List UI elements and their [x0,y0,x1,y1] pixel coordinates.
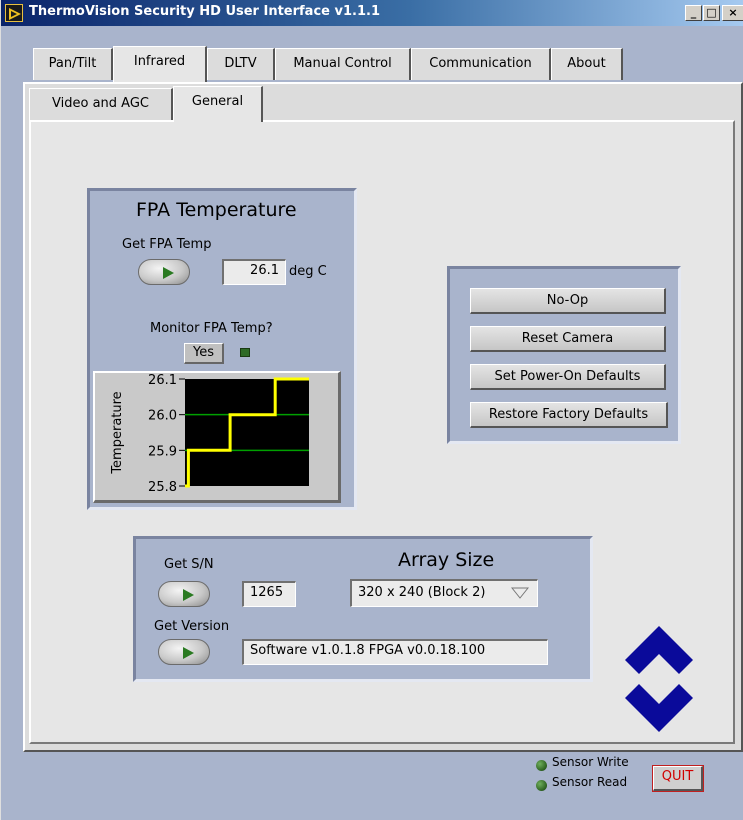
fpa-temp-unit: deg C [289,264,327,279]
get-version-label: Get Version [154,619,230,634]
plot-area [185,379,309,486]
tab-about[interactable]: About [551,48,623,80]
y-tick-label: 26.0 [148,409,177,424]
set-power-on-defaults-button[interactable]: Set Power-On Defaults [470,364,666,390]
get-version-button[interactable] [158,639,210,665]
sensor-write-led [536,760,547,771]
fpa-temp-display: 26.1 [222,259,286,285]
y-tick-label: 25.9 [148,444,177,459]
y-axis-label: Temperature [110,391,125,474]
get-fpa-temp-button[interactable] [138,259,190,285]
monitor-fpa-temp-toggle[interactable]: Yes [184,343,224,364]
play-arrow-icon [183,589,194,601]
tab-pan-tilt[interactable]: Pan/Tilt [33,48,113,80]
application-window: ThermoVision Security HD User Interface … [0,0,743,820]
labview-app-icon [5,4,23,22]
version-display: Software v1.0.1.8 FPGA v0.0.18.100 [242,639,548,665]
get-fpa-temp-label: Get FPA Temp [122,237,212,252]
sensor-read-led [536,780,547,791]
subtab-video-and-agc[interactable]: Video and AGC [29,88,173,120]
dropdown-arrow-icon [511,587,529,599]
title-bar[interactable]: ThermoVision Security HD User Interface … [1,0,743,26]
fpa-temp-chart-frame: Temperature 26.1 26.0 25.9 25.8 [93,371,341,503]
array-size-select[interactable]: 320 x 240 (Block 2) [350,579,538,607]
array-size-value: 320 x 240 (Block 2) [358,585,486,600]
minimize-button[interactable]: _ [685,5,702,21]
tab-manual-control[interactable]: Manual Control [275,48,411,80]
play-arrow-icon [183,647,194,659]
array-size-label: Array Size [398,549,495,571]
window-title: ThermoVision Security HD User Interface … [29,4,380,19]
tab-dltv[interactable]: DLTV [207,48,275,80]
get-sn-button[interactable] [158,581,210,607]
sensor-read-label: Sensor Read [552,775,628,789]
sensor-write-label: Sensor Write [552,755,629,769]
no-op-button[interactable]: No-Op [470,288,666,314]
fpa-group-title: FPA Temperature [136,199,297,221]
camera-commands-group: No-Op Reset Camera Set Power-On Defaults… [447,266,681,444]
tab-communication[interactable]: Communication [411,48,551,80]
fpa-temp-chart: Temperature 26.1 26.0 25.9 25.8 [110,373,309,495]
close-button[interactable]: × [722,5,743,21]
flir-logo-icon [625,626,693,732]
monitor-led-icon [240,348,250,357]
reset-camera-button[interactable]: Reset Camera [470,326,666,352]
y-tick-label: 25.8 [148,480,177,495]
serial-number-display: 1265 [242,581,296,607]
y-tick-label: 26.1 [148,373,177,388]
play-arrow-icon [163,267,174,279]
quit-button[interactable]: QUIT [652,765,704,792]
tab-infrared[interactable]: Infrared [113,46,207,82]
get-sn-label: Get S/N [164,557,214,572]
subtab-general[interactable]: General [173,86,263,122]
window-client-area: Pan/Tilt Infrared DLTV Manual Control Co… [11,26,743,820]
monitor-fpa-temp-label: Monitor FPA Temp? [150,321,273,336]
camera-info-group: Get S/N 1265 Array Size 320 x 240 (Block… [133,536,593,682]
fpa-temperature-group: FPA Temperature Get FPA Temp 26.1 deg C … [87,188,357,510]
maximize-button[interactable]: □ [703,5,720,21]
restore-factory-defaults-button[interactable]: Restore Factory Defaults [470,402,668,428]
